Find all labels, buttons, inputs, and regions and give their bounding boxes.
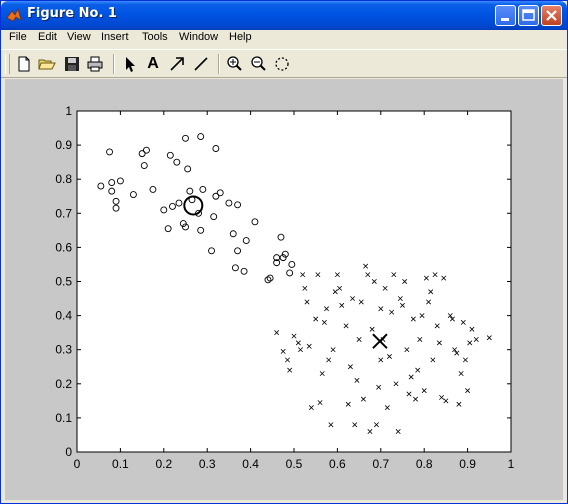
x-tick-label: 0.1 <box>112 457 129 471</box>
x-tick-label: 0.7 <box>372 457 389 471</box>
x-tick-label: 0.2 <box>155 457 172 471</box>
y-tick-label: 0.8 <box>55 172 72 186</box>
minimize-button[interactable] <box>495 5 516 26</box>
menu-help[interactable]: Help <box>229 31 252 43</box>
rotate-3d-icon[interactable] <box>273 55 291 73</box>
y-tick-label: 0.9 <box>55 138 72 152</box>
y-tick-label: 0.3 <box>55 343 72 357</box>
title-bar[interactable]: Figure No. 1 <box>1 1 567 30</box>
y-tick-label: 0.2 <box>55 377 72 391</box>
y-tick-label: 0.7 <box>55 206 72 220</box>
x-tick-label: 0.6 <box>329 457 346 471</box>
y-tick-label: 0.4 <box>55 309 72 323</box>
close-button[interactable] <box>541 5 562 26</box>
x-tick-label: 0.4 <box>242 457 259 471</box>
scatter-plot[interactable]: 0 0.1 0.2 0.3 0.4 0.5 0.6 0.7 0.8 0.9 1 0 0.1 0.2 0.3 0… <box>5 79 563 500</box>
menu-view[interactable]: View <box>67 31 91 43</box>
figure-window: Figure No. 1 File Edit View Insert Tools… <box>0 0 568 504</box>
y-tick-label: 0 <box>65 445 72 459</box>
toolbar-separator <box>113 54 115 74</box>
x-tick-label: 0.8 <box>416 457 433 471</box>
menu-file[interactable]: File <box>9 31 27 43</box>
pointer-arrow-icon[interactable] <box>121 55 139 73</box>
menu-edit[interactable]: Edit <box>38 31 57 43</box>
window-title: Figure No. 1 <box>27 6 117 21</box>
y-tick-label: 0.1 <box>55 411 72 425</box>
y-tick-label: 0.5 <box>55 275 72 289</box>
menu-tools[interactable]: Tools <box>142 31 168 43</box>
x-tick-label: 1 <box>508 457 515 471</box>
toolbar-grip[interactable] <box>5 54 10 74</box>
x-tick-label: 0.9 <box>459 457 476 471</box>
text-a-icon[interactable]: A <box>144 55 162 73</box>
zoom-out-icon[interactable] <box>249 55 267 73</box>
open-folder-icon[interactable] <box>38 55 56 73</box>
x-tick-label: 0.5 <box>286 457 303 471</box>
x-tick-label: 0 <box>74 457 81 471</box>
draw-arrow-icon[interactable] <box>168 55 186 73</box>
toolbar-separator <box>218 54 220 74</box>
x-tick-label: 0.3 <box>199 457 216 471</box>
menu-window[interactable]: Window <box>179 31 218 43</box>
draw-line-icon[interactable] <box>192 55 210 73</box>
save-icon[interactable] <box>63 55 81 73</box>
figure-canvas[interactable]: 0 0.1 0.2 0.3 0.4 0.5 0.6 0.7 0.8 0.9 1 0 0.1 0.2 0.3 0… <box>5 79 563 500</box>
menu-insert[interactable]: Insert <box>101 31 129 43</box>
print-icon[interactable] <box>86 55 104 73</box>
maximize-button[interactable] <box>518 5 539 26</box>
y-tick-label: 1 <box>65 104 72 118</box>
new-file-icon[interactable] <box>15 55 33 73</box>
figure-toolbar: A <box>1 49 567 78</box>
zoom-in-icon[interactable] <box>225 55 243 73</box>
menu-bar: File Edit View Insert Tools Window Help <box>1 30 567 48</box>
matlab-icon <box>6 7 22 23</box>
y-tick-label: 0.6 <box>55 240 72 254</box>
